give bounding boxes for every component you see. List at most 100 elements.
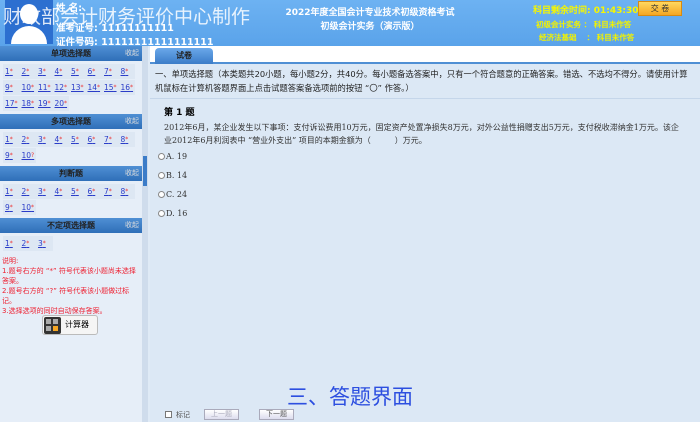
status-mark: * — [92, 68, 96, 75]
question-link[interactable]: 10? — [19, 148, 36, 163]
collapse-button[interactable]: 收起 — [125, 46, 139, 61]
timer: 科目剩余时间: 01:43:30 — [533, 6, 639, 16]
question-link[interactable]: 12* — [52, 80, 69, 95]
question-link[interactable]: 2* — [19, 184, 36, 199]
question-link[interactable]: 16* — [118, 80, 135, 95]
status-mark: * — [59, 68, 63, 75]
question-link[interactable]: 19* — [36, 96, 53, 111]
status-mark: * — [26, 136, 30, 143]
status-mark: * — [47, 84, 51, 91]
status-mark: * — [59, 136, 63, 143]
status-mark: * — [108, 68, 112, 75]
status-mark: * — [31, 100, 35, 107]
question-link[interactable]: 2* — [19, 236, 36, 251]
question-link[interactable]: 11* — [36, 80, 53, 95]
question-link[interactable]: 18* — [19, 96, 36, 111]
answer-option[interactable]: B. 14 — [158, 171, 686, 185]
question-link[interactable]: 6* — [85, 184, 102, 199]
radio-icon — [158, 191, 165, 198]
status-mark: * — [9, 136, 13, 143]
question-link[interactable]: 1* — [3, 132, 20, 147]
status-mark: * — [75, 188, 79, 195]
question-link[interactable]: 10* — [19, 80, 36, 95]
radio-icon — [158, 172, 165, 179]
question-link[interactable]: 7* — [102, 184, 119, 199]
collapse-button[interactable]: 收起 — [125, 114, 139, 129]
status-mark: * — [80, 84, 84, 91]
question-link[interactable]: 2* — [19, 132, 36, 147]
status-mark: * — [42, 136, 46, 143]
question-link[interactable]: 9* — [3, 200, 20, 215]
exam-panel: 试卷 一、单项选择题（本类题共20小题，每小题2分，共40分。每小题备选答案中，… — [150, 46, 700, 422]
question-link[interactable]: 4* — [52, 184, 69, 199]
question-link[interactable]: 9* — [3, 80, 20, 95]
status-mark: * — [47, 100, 51, 107]
status-mark: * — [9, 188, 13, 195]
question-link[interactable]: 3* — [36, 64, 53, 79]
answer-option[interactable]: C. 24 — [158, 190, 686, 204]
question-link[interactable]: 13* — [69, 80, 86, 95]
sidebar-scrollbar[interactable] — [142, 46, 148, 422]
instructions-notes: 说明: 1.题号右方的 “*” 符号代表该小题尚未选择答案。 2.题号右方的 “?”… — [2, 257, 136, 315]
calculator-button[interactable]: 计算器 — [42, 315, 98, 335]
radio-icon — [158, 153, 165, 160]
tab-paper[interactable]: 试卷 — [155, 48, 213, 64]
collapse-button[interactable]: 收起 — [125, 218, 139, 233]
question-link[interactable]: 3* — [36, 132, 53, 147]
question-link[interactable]: 1* — [3, 236, 20, 251]
question-link[interactable]: 10* — [19, 200, 36, 215]
subject-status: 经济法基础 ： 科目未作答 — [539, 33, 635, 42]
status-mark: * — [125, 136, 129, 143]
status-mark: * — [59, 188, 63, 195]
mark-checkbox[interactable] — [165, 411, 172, 418]
question-link[interactable]: 1* — [3, 64, 20, 79]
status-mark: * — [97, 84, 101, 91]
status-mark: * — [9, 152, 13, 159]
status-mark: * — [9, 84, 13, 91]
status-mark: * — [108, 188, 112, 195]
status-mark: * — [64, 100, 68, 107]
prev-button[interactable]: 上一题 — [204, 409, 239, 420]
question-navigator: 单项选择题 收起 1* 2* 3* 4* 5* 6* 7* 8* 9* 10* 11* 12* 13* 14*… — [0, 46, 142, 422]
section-header: 不定项选择题 收起 — [0, 218, 142, 233]
status-mark: * — [9, 204, 13, 211]
status-mark: * — [31, 204, 35, 211]
radio-icon — [158, 210, 165, 217]
question-link[interactable]: 5* — [69, 184, 86, 199]
calculator-icon — [44, 317, 61, 334]
question-link[interactable]: 20* — [52, 96, 69, 111]
status-mark: * — [92, 188, 96, 195]
exam-subtitle: 初级会计实务（演示版） — [320, 22, 420, 32]
submit-button[interactable]: 交 卷 — [638, 1, 682, 16]
question-link[interactable]: 8* — [118, 64, 135, 79]
question-link[interactable]: 8* — [118, 184, 135, 199]
next-button[interactable]: 下一题 — [259, 409, 294, 420]
answer-option[interactable]: D. 16 — [158, 209, 686, 223]
question-link[interactable]: 7* — [102, 64, 119, 79]
status-mark: * — [26, 188, 30, 195]
question-link[interactable]: 14* — [85, 80, 102, 95]
status-mark: * — [75, 136, 79, 143]
question-link[interactable]: 6* — [85, 64, 102, 79]
question-link[interactable]: 8* — [118, 132, 135, 147]
exam-title: 2022年度全国会计专业技术初级资格考试 — [285, 8, 455, 18]
question-link[interactable]: 9* — [3, 148, 20, 163]
question-link[interactable]: 4* — [52, 132, 69, 147]
question-link[interactable]: 4* — [52, 64, 69, 79]
status-mark: * — [31, 84, 35, 91]
section-header: 判断题 收起 — [0, 166, 142, 181]
question-link[interactable]: 17* — [3, 96, 20, 111]
question-link[interactable]: 15* — [102, 80, 119, 95]
question-link[interactable]: 1* — [3, 184, 20, 199]
status-mark: * — [125, 68, 129, 75]
answer-option[interactable]: A. 19 — [158, 152, 686, 166]
question-link[interactable]: 6* — [85, 132, 102, 147]
question-link[interactable]: 5* — [69, 64, 86, 79]
collapse-button[interactable]: 收起 — [125, 166, 139, 181]
question-link[interactable]: 5* — [69, 132, 86, 147]
question-link[interactable]: 3* — [36, 184, 53, 199]
caption: 三、答题界面 — [287, 385, 413, 409]
question-link[interactable]: 2* — [19, 64, 36, 79]
question-link[interactable]: 7* — [102, 132, 119, 147]
question-link[interactable]: 3* — [36, 236, 53, 251]
